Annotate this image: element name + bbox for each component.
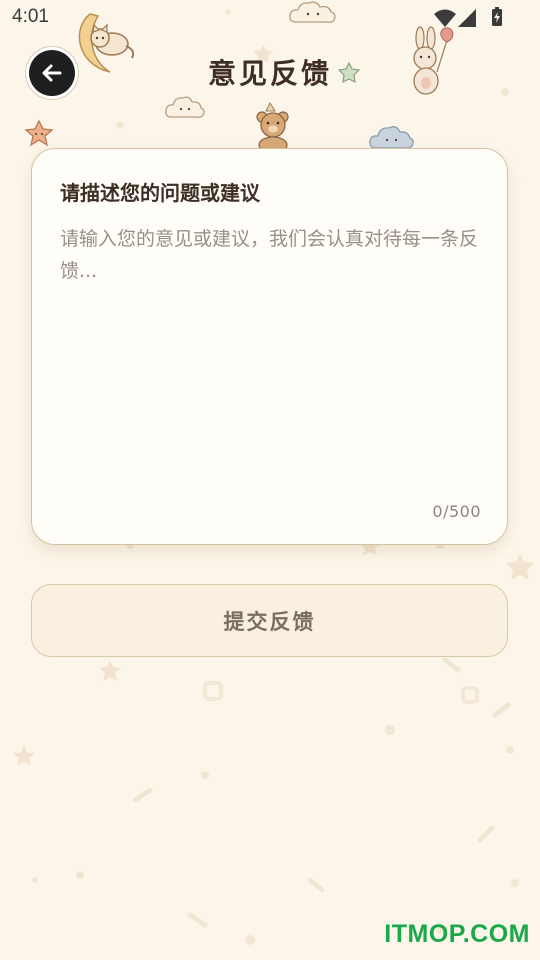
moon-cat-illustration [78,13,135,73]
arrow-left-icon [42,64,62,82]
battery-icon [492,7,502,26]
feedback-heading: 请描述您的问题或建议 [60,181,260,205]
back-button[interactable] [29,50,75,96]
status-time: 4:01 [12,6,49,27]
watermark: ITMOP.COM [384,920,530,948]
wifi-icon [434,9,456,27]
character-counter: 0/500 [432,502,481,521]
submit-feedback-button[interactable]: 提交反馈 [31,584,508,657]
star-illustration-orange [24,119,54,147]
page-title: 意见反馈 [207,57,332,90]
bear-illustration [256,101,289,149]
feedback-textarea[interactable] [60,223,485,493]
cloud-illustration-small [165,96,205,118]
feedback-card: 请描述您的问题或建议 0/500 [31,148,508,545]
cloud-illustration-blue [369,126,414,149]
cloud-illustration [289,1,336,23]
status-icons [434,7,502,27]
bunny-balloon-illustration [413,26,454,95]
signal-icon [458,9,476,27]
